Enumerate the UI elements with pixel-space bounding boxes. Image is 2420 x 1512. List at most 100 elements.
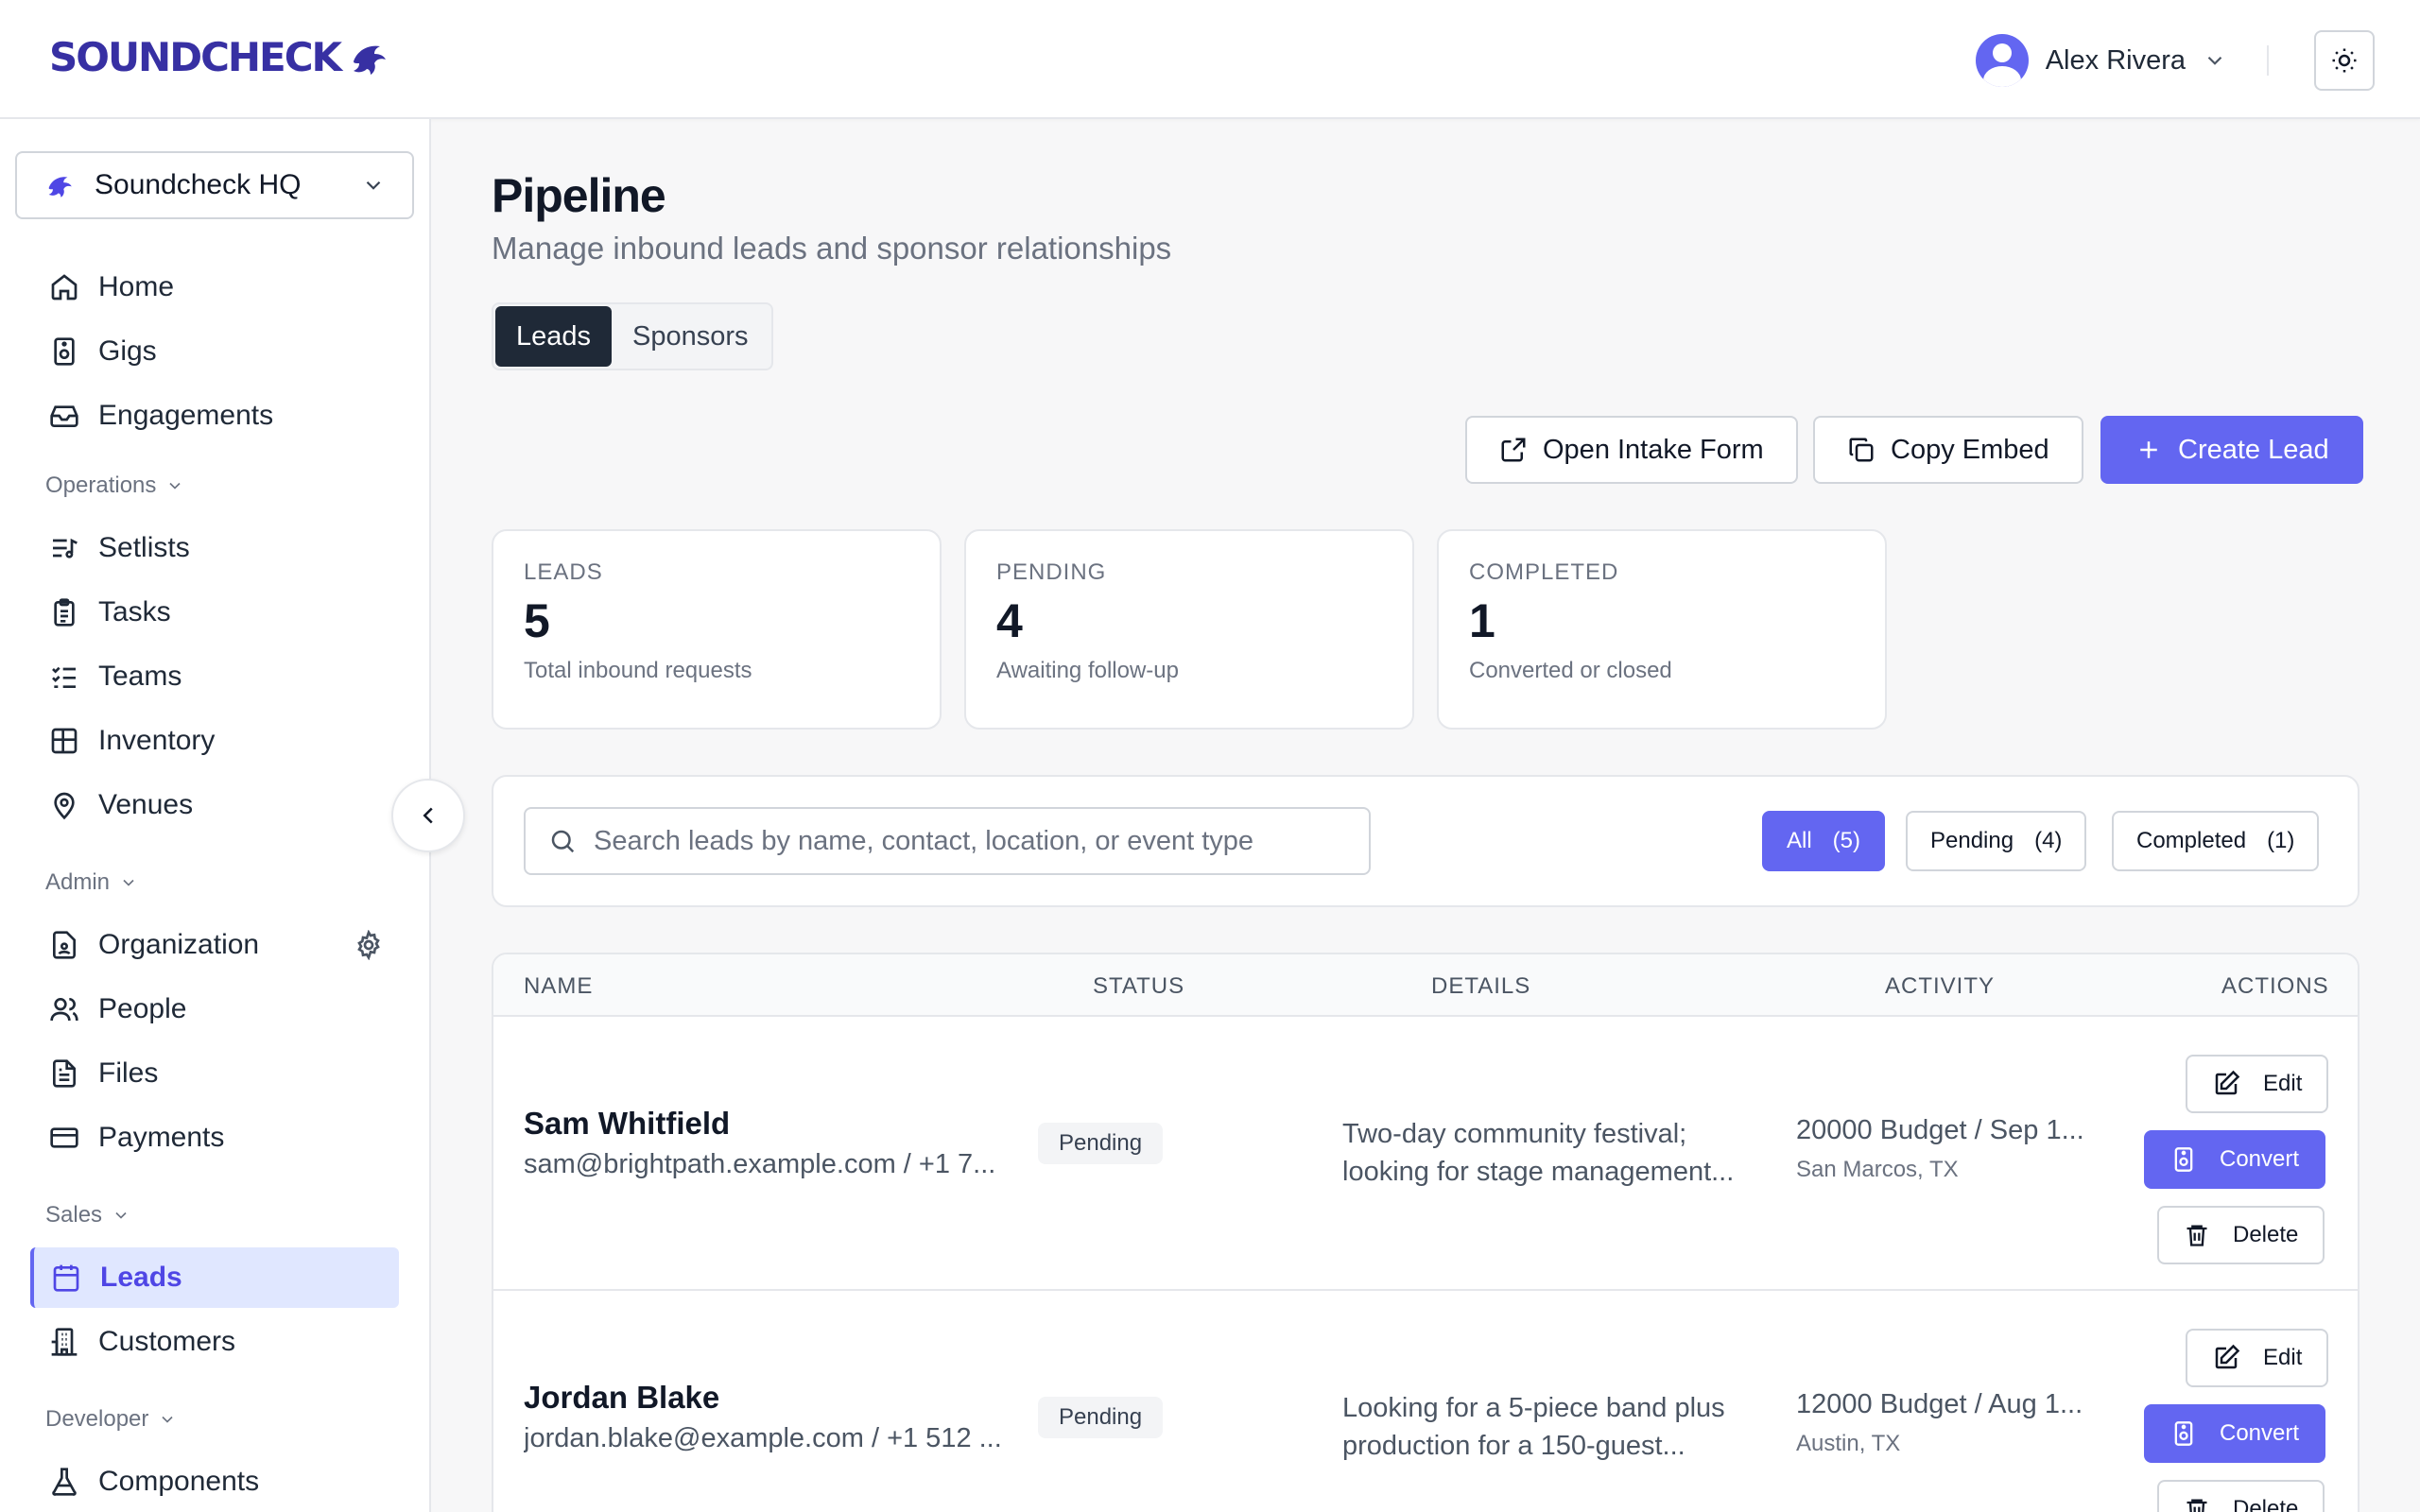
collapse-sidebar-button[interactable]	[391, 779, 465, 852]
map-pin-icon	[54, 792, 75, 820]
chevron-down-icon	[169, 482, 181, 490]
chevron-down-icon	[162, 1416, 173, 1423]
users-icon	[50, 998, 78, 1022]
sidebar-item-label: Teams	[98, 661, 182, 692]
sidebar-item-gigs[interactable]: Gigs	[30, 321, 399, 382]
chevron-left-icon	[423, 807, 433, 824]
sidebar-item-customers[interactable]: Customers	[30, 1312, 399, 1372]
stat-description: Total inbound requests	[524, 658, 752, 683]
sidebar-item-home[interactable]: Home	[30, 257, 399, 318]
stat-card-pending: PENDING 4 Awaiting follow-up	[964, 529, 1414, 730]
button-label: Edit	[2263, 1071, 2303, 1096]
stat-card-completed: COMPLETED 1 Converted or closed	[1437, 529, 1887, 730]
theme-toggle-button[interactable]	[2314, 30, 2375, 91]
convert-button[interactable]: Convert	[2144, 1404, 2326, 1463]
button-label: Convert	[2220, 1146, 2300, 1172]
lead-name[interactable]: Sam Whitfield	[524, 1106, 730, 1142]
tab-leads[interactable]: Leads	[495, 306, 613, 367]
credit-card-icon	[50, 1127, 78, 1148]
speaker-icon	[2174, 1421, 2193, 1446]
section-operations[interactable]: Operations	[45, 472, 184, 499]
convert-button[interactable]: Convert	[2144, 1130, 2326, 1189]
sidebar-item-leads[interactable]: Leads	[30, 1247, 399, 1308]
chip-count: (4)	[2034, 828, 2063, 853]
sidebar-item-label: Leads	[100, 1262, 182, 1293]
lead-name[interactable]: Jordan Blake	[524, 1380, 719, 1416]
stat-label: COMPLETED	[1469, 559, 1619, 585]
user-menu[interactable]: Alex Rivera	[1975, 34, 2227, 87]
section-label: Developer	[45, 1406, 149, 1432]
sidebar-item-tasks[interactable]: Tasks	[30, 582, 399, 643]
lead-details: Two-day community festival; looking for …	[1342, 1119, 1735, 1187]
chip-label: Pending	[1930, 828, 2014, 853]
sidebar-item-components[interactable]: Components	[30, 1452, 399, 1512]
button-label: Edit	[2263, 1345, 2303, 1370]
table-row[interactable]: Sam Whitfield sam@brightpath.example.com…	[493, 1017, 2358, 1291]
open-intake-form-button[interactable]: Open Intake Form	[1465, 416, 1798, 484]
gear-icon[interactable]	[354, 930, 384, 960]
sidebar-item-teams[interactable]: Teams	[30, 646, 399, 707]
org-switcher[interactable]: Soundcheck HQ	[15, 151, 414, 219]
lead-activity: 12000 Budget / Aug 1...	[1796, 1389, 2083, 1419]
filter-chip-pending[interactable]: Pending (4)	[1906, 811, 2087, 871]
user-name: Alex Rivera	[2045, 44, 2186, 76]
button-label: Delete	[2233, 1496, 2299, 1512]
delete-button[interactable]: Delete	[2157, 1480, 2325, 1512]
page-title: Pipeline	[492, 169, 666, 222]
edit-icon	[2215, 1344, 2240, 1369]
lead-location: Austin, TX	[1796, 1431, 1901, 1456]
flask-icon	[52, 1468, 77, 1496]
sidebar-item-payments[interactable]: Payments	[30, 1108, 399, 1168]
section-developer[interactable]: Developer	[45, 1406, 177, 1433]
sidebar-item-organization[interactable]: Organization	[30, 915, 399, 975]
sidebar-item-inventory[interactable]: Inventory	[30, 711, 399, 771]
copy-embed-button[interactable]: Copy Embed	[1813, 416, 2083, 484]
section-sales[interactable]: Sales	[45, 1202, 130, 1228]
filter-chip-all[interactable]: All (5)	[1762, 811, 1886, 871]
sidebar-item-label: Gigs	[98, 335, 157, 367]
create-lead-button[interactable]: Create Lead	[2100, 416, 2363, 484]
sidebar-item-engagements[interactable]: Engagements	[30, 386, 399, 446]
sidebar-item-label: Payments	[98, 1122, 225, 1153]
inbox-icon	[50, 405, 78, 427]
column-header-name[interactable]: NAME	[524, 973, 593, 1000]
sidebar-item-label: Engagements	[98, 400, 274, 431]
building-icon	[51, 1328, 78, 1356]
sidebar-item-label: Inventory	[98, 725, 216, 756]
column-header-details[interactable]: DETAILS	[1431, 973, 1530, 1000]
button-label: Copy Embed	[1891, 434, 2049, 465]
sidebar-item-people[interactable]: People	[30, 979, 399, 1040]
stat-card-leads: LEADS 5 Total inbound requests	[492, 529, 942, 730]
plus-icon	[2140, 441, 2157, 458]
edit-button[interactable]: Edit	[2186, 1055, 2329, 1113]
tab-sponsors[interactable]: Sponsors	[612, 306, 769, 367]
stat-description: Converted or closed	[1469, 658, 1672, 683]
section-admin[interactable]: Admin	[45, 869, 138, 896]
column-header-status[interactable]: STATUS	[1093, 973, 1184, 1000]
filter-chip-completed[interactable]: Completed (1)	[2112, 811, 2320, 871]
search-input[interactable]: Search leads by name, contact, location,…	[524, 807, 1371, 875]
speaker-icon	[54, 337, 75, 366]
search-icon	[551, 830, 575, 853]
sidebar-item-label: Customers	[98, 1326, 236, 1357]
delete-button[interactable]: Delete	[2157, 1206, 2325, 1264]
column-header-activity[interactable]: ACTIVITY	[1885, 973, 1995, 1000]
stat-value: 5	[524, 594, 550, 647]
lead-contact: sam@brightpath.example.com / +1 7...	[524, 1149, 996, 1179]
brand-logo[interactable]: SOUNDCHECK	[49, 34, 391, 80]
sidebar-item-venues[interactable]: Venues	[30, 775, 399, 835]
column-header-actions: ACTIONS	[2221, 973, 2329, 999]
edit-button[interactable]: Edit	[2186, 1329, 2329, 1387]
table-row[interactable]: Jordan Blake jordan.blake@example.com / …	[493, 1291, 2358, 1512]
stat-value: 4	[996, 594, 1023, 647]
sidebar-item-label: Venues	[98, 789, 194, 820]
sidebar-item-setlists[interactable]: Setlists	[30, 518, 399, 578]
chevron-down-icon	[366, 180, 381, 190]
pipeline-tabs: Leads Sponsors	[492, 302, 773, 370]
external-link-icon	[1501, 438, 1526, 462]
bird-logo-icon	[48, 177, 72, 198]
button-label: Open Intake Form	[1543, 434, 1764, 465]
stat-label: LEADS	[524, 559, 603, 585]
section-label: Operations	[45, 472, 157, 498]
sidebar-item-files[interactable]: Files	[30, 1043, 399, 1104]
